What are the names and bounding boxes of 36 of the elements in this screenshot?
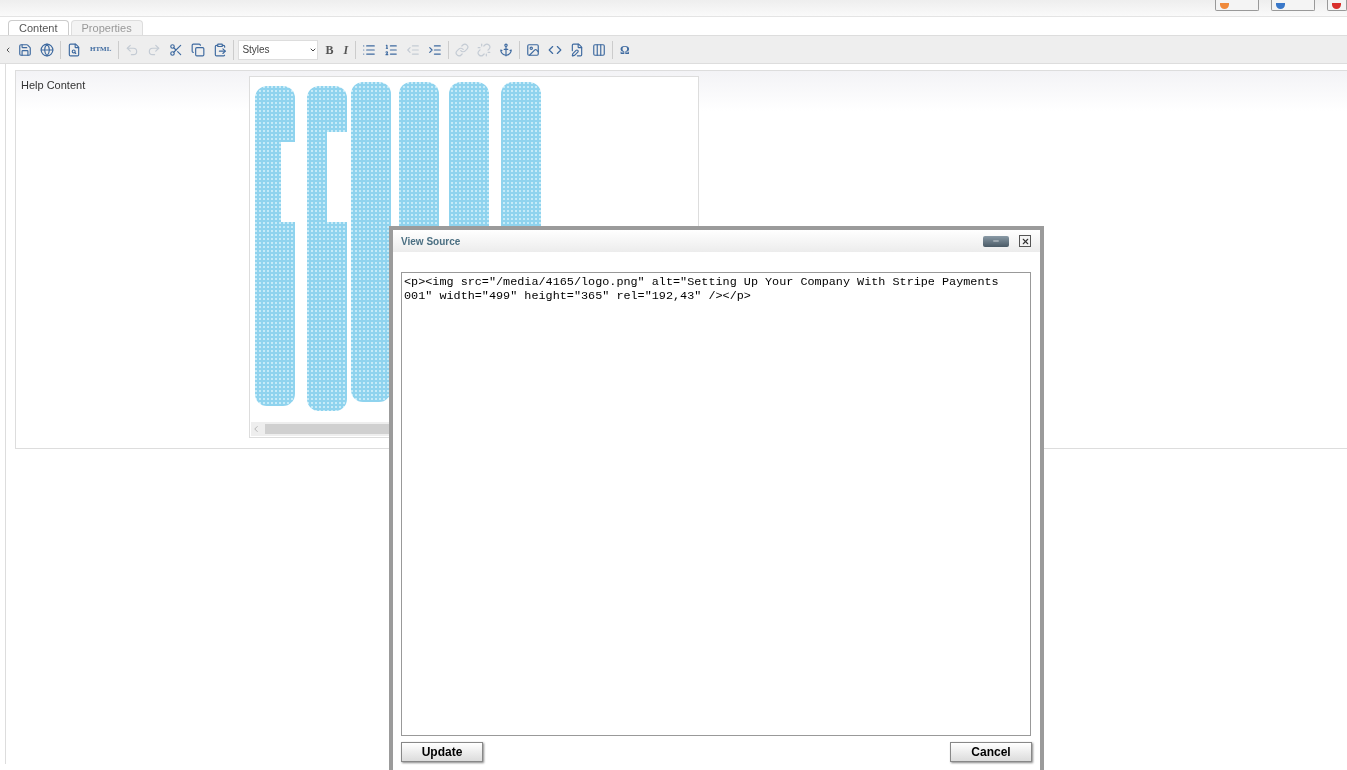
- italic-button[interactable]: I: [340, 40, 352, 59]
- bold-button[interactable]: B: [322, 40, 337, 59]
- dialog-button[interactable]: Cancel: [950, 742, 1032, 762]
- unlink-icon: [477, 42, 492, 57]
- numbered-list-icon: [384, 42, 399, 57]
- bullet-list-icon: [362, 42, 377, 57]
- minimize-button[interactable]: [983, 235, 1009, 247]
- globe-icon: [40, 42, 54, 57]
- indent-icon: [428, 42, 443, 57]
- tab[interactable]: Content: [8, 20, 69, 35]
- dialog-button[interactable]: Update: [401, 742, 483, 762]
- styles-dropdown[interactable]: Styles: [238, 39, 319, 60]
- undo-icon: [125, 42, 140, 57]
- save-icon: [18, 42, 32, 57]
- header-button[interactable]: [1327, 0, 1347, 11]
- preview-icon: [67, 42, 81, 57]
- special-character-button[interactable]: Ω: [617, 40, 633, 59]
- source-code-field[interactable]: <p><img src="/media/4165/logo.png" alt="Setting Up Your Company With Stripe Payments 001" width="499" height="365" rel="192,43" /></p>: [401, 272, 1031, 736]
- dialog-title: View Source: [401, 234, 462, 249]
- close-button[interactable]: [1019, 235, 1031, 247]
- close-icon: [1020, 236, 1030, 246]
- header-button[interactable]: [1271, 0, 1315, 11]
- outdent-icon: [406, 42, 421, 57]
- header-button[interactable]: [1215, 0, 1259, 11]
- anchor-icon: [499, 42, 514, 57]
- collapse-icon[interactable]: [4, 45, 12, 54]
- table-icon: [592, 42, 607, 57]
- field-label: Help Content: [21, 78, 86, 93]
- paste-icon: [213, 42, 228, 57]
- image-icon: [526, 42, 541, 57]
- cut-icon: [169, 42, 184, 57]
- minimize-icon: [992, 237, 1000, 245]
- copy-icon: [191, 42, 206, 57]
- link-icon: [455, 42, 470, 57]
- redo-icon: [147, 42, 162, 57]
- edit-icon: [570, 42, 585, 57]
